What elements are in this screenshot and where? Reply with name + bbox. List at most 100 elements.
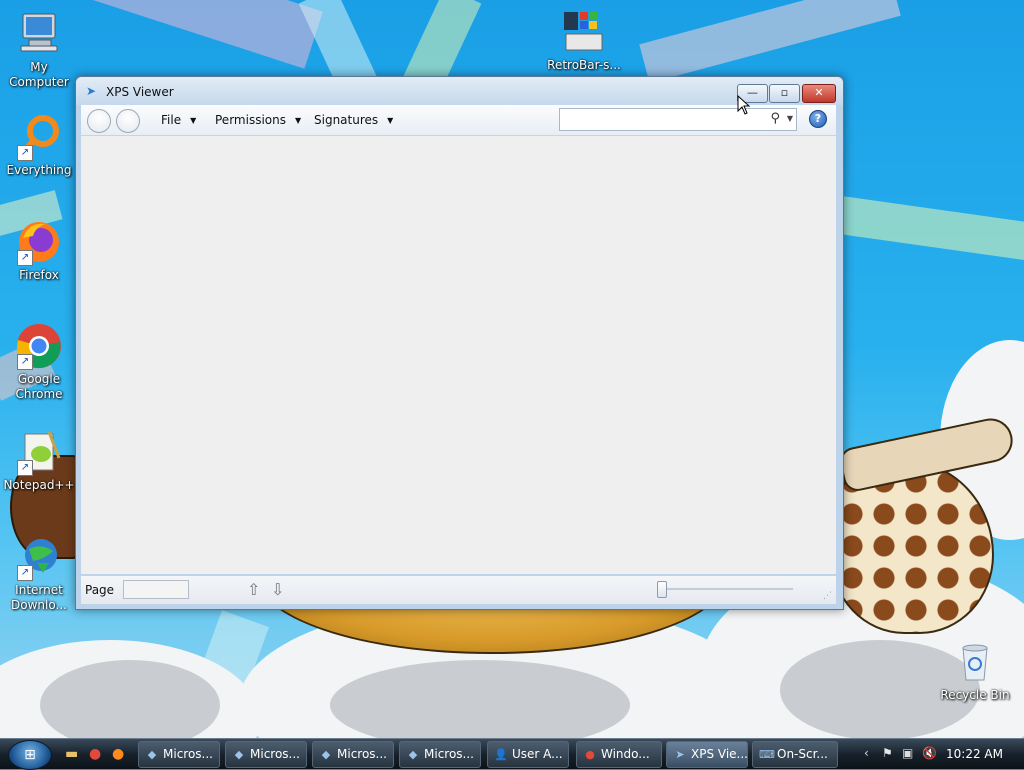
search-box[interactable]: ⚲ ▼	[559, 108, 797, 131]
zoom-slider-thumb[interactable]	[657, 581, 667, 598]
computer-icon	[15, 10, 63, 58]
desktop-icon-firefox[interactable]: ↗ Firefox	[1, 218, 77, 283]
page-number-input[interactable]	[123, 580, 189, 599]
taskbar-item-label: Windo...	[601, 747, 650, 761]
close-icon: ✕	[814, 86, 824, 99]
chevron-down-icon: ▼	[387, 116, 394, 125]
desktop-icon-label: My Computer	[9, 60, 69, 89]
help-button[interactable]: ?	[809, 110, 827, 128]
taskbar-item-user-accounts[interactable]: 👤 User A...	[487, 741, 569, 768]
network-icon[interactable]: ⚑	[882, 746, 893, 760]
menu-signatures-label: Signatures	[314, 113, 379, 127]
mouse-cursor-icon	[737, 95, 751, 115]
back-button[interactable]	[87, 109, 111, 133]
idm-icon: ↗	[15, 533, 63, 581]
chrome-icon: ●	[585, 748, 595, 761]
system-tray: ‹ ⚑ ▣ 🔇 10:22 AM	[860, 739, 1024, 769]
xps-viewer-icon: ➤	[86, 84, 97, 98]
next-page-button[interactable]: ⇩	[271, 580, 284, 599]
taskbar-item-microsoft-2[interactable]: ◆ Micros...	[225, 741, 307, 768]
retrobar-icon	[560, 8, 608, 56]
taskbar-item-label: On-Scr...	[777, 747, 828, 761]
shortcut-arrow-icon: ↗	[17, 250, 33, 266]
taskbar-item-microsoft-1[interactable]: ◆ Micros...	[138, 741, 220, 768]
window-title: XPS Viewer	[106, 85, 174, 99]
menu-permissions[interactable]: Permissions ▼	[215, 113, 301, 127]
quicklaunch-firefox-icon[interactable]: ●	[112, 746, 124, 762]
wallpaper-beam	[57, 0, 323, 69]
desktop-icon-everything[interactable]: ↗ Everything	[1, 113, 77, 178]
desktop-icon-google-chrome[interactable]: ↗ Google Chrome	[1, 322, 77, 402]
shortcut-arrow-icon: ↗	[17, 145, 33, 161]
menu-file-label: File	[161, 113, 182, 127]
quicklaunch-chrome-icon[interactable]: ●	[89, 746, 101, 762]
everything-icon: ↗	[15, 113, 63, 161]
tray-expand-icon[interactable]: ‹	[864, 746, 869, 760]
taskbar-item-label: Micros...	[424, 747, 474, 761]
resize-grip-icon[interactable]: ⋰	[823, 591, 832, 601]
desktop-icon-notepadpp[interactable]: ↗ Notepad++	[1, 428, 77, 493]
shortcut-arrow-icon: ↗	[17, 565, 33, 581]
xps-viewer-icon: ➤	[675, 748, 685, 761]
user-accounts-icon: 👤	[494, 748, 508, 761]
previous-page-button[interactable]: ⇧	[247, 580, 260, 599]
taskbar-item-chrome[interactable]: ● Windo...	[576, 741, 662, 768]
desktop-icon-label: Internet Downlo...	[11, 583, 67, 612]
desktop-icon-label: Firefox	[19, 268, 59, 282]
desktop-icon-internet-download-manager[interactable]: ↗ Internet Downlo...	[1, 533, 77, 613]
wallpaper-beam	[639, 0, 901, 83]
toolbar: File ▼ Permissions ▼ Signatures ▼ ⚲ ▼ ?	[81, 105, 836, 136]
status-bar: Page ⇧ ⇩ ⋰	[81, 575, 836, 604]
menu-signatures[interactable]: Signatures ▼	[314, 113, 393, 127]
ms-app-icon: ◆	[408, 748, 418, 761]
taskbar-item-label: Micros...	[250, 747, 300, 761]
windows-logo-icon: ⊞	[24, 747, 36, 763]
zoom-slider-track[interactable]	[659, 588, 793, 590]
ms-app-icon: ◆	[321, 748, 331, 761]
shortcut-arrow-icon: ↗	[17, 460, 33, 476]
chrome-icon: ↗	[15, 322, 63, 370]
taskbar-item-xps-viewer[interactable]: ➤ XPS Vie...	[666, 741, 748, 768]
volume-muted-icon[interactable]: 🔇	[922, 746, 937, 760]
help-icon: ?	[814, 112, 822, 125]
taskbar-item-on-screen-keyboard[interactable]: ⌨ On-Scr...	[752, 741, 838, 768]
taskbar-item-microsoft-3[interactable]: ◆ Micros...	[312, 741, 394, 768]
desktop-icon-my-computer[interactable]: My Computer	[1, 10, 77, 90]
forward-button[interactable]	[116, 109, 140, 133]
taskbar-item-label: Micros...	[163, 747, 213, 761]
menu-permissions-label: Permissions	[215, 113, 286, 127]
chevron-down-icon: ▼	[294, 116, 302, 125]
xps-viewer-window: ➤ XPS Viewer — ▫ ✕ File ▼ Permissions ▼ Si…	[75, 76, 844, 610]
start-button[interactable]: ⊞	[8, 740, 52, 770]
page-label: Page	[85, 583, 115, 597]
taskbar-item-microsoft-4[interactable]: ◆ Micros...	[399, 741, 481, 768]
shortcut-arrow-icon: ↗	[17, 354, 33, 370]
taskbar-item-label: Micros...	[337, 747, 387, 761]
chevron-down-icon: ▼	[190, 116, 197, 125]
ms-app-icon: ◆	[147, 748, 157, 761]
taskbar-item-label: User A...	[512, 747, 563, 761]
desktop-icon-label: Everything	[6, 163, 72, 177]
desktop-icon-label: Google Chrome	[15, 372, 63, 401]
desktop-icon-recycle-bin[interactable]: Recycle Bin	[937, 638, 1013, 703]
network-status-icon[interactable]: ▣	[902, 746, 913, 760]
notepadpp-icon: ↗	[15, 428, 63, 476]
maximize-icon: ▫	[780, 86, 789, 99]
desktop-icon-label: Notepad++	[3, 478, 75, 492]
document-view[interactable]	[81, 136, 836, 574]
close-button[interactable]: ✕	[802, 84, 836, 103]
recycle-bin-icon	[951, 638, 999, 686]
search-options-dropdown-icon[interactable]: ▼	[787, 114, 793, 123]
menu-file[interactable]: File ▼	[161, 113, 196, 127]
keyboard-icon: ⌨	[759, 748, 775, 761]
search-icon[interactable]: ⚲	[770, 111, 780, 126]
quicklaunch-explorer-icon[interactable]: ▬	[65, 746, 78, 762]
desktop-icon-label: Recycle Bin	[940, 688, 1010, 702]
taskbar-item-label: XPS Vie...	[691, 747, 748, 761]
desktop-icon-retrobar[interactable]: RetroBar-s...	[546, 8, 622, 73]
taskbar: ⊞ ▬ ● ● ◆ Micros... ◆ Micros... ◆ Micros...…	[0, 738, 1024, 770]
clock[interactable]: 10:22 AM	[946, 747, 1003, 761]
title-bar[interactable]: ➤ XPS Viewer — ▫ ✕	[76, 77, 843, 105]
maximize-button[interactable]: ▫	[769, 84, 800, 103]
desktop-icon-label: RetroBar-s...	[547, 58, 621, 72]
